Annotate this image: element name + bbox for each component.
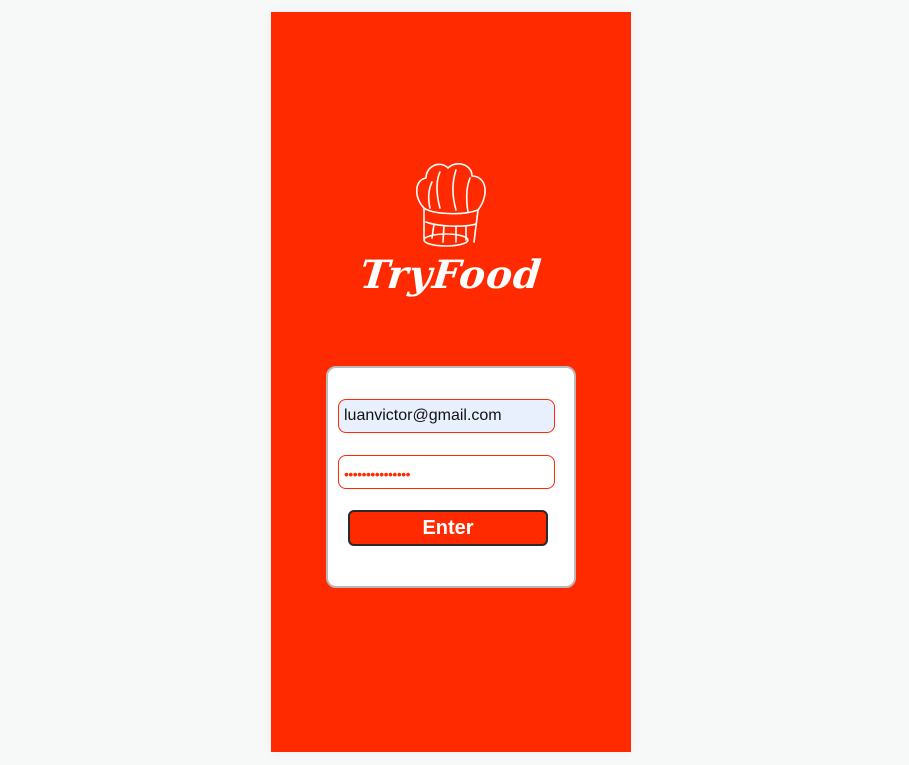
password-field[interactable] <box>338 455 555 489</box>
email-field[interactable] <box>338 399 555 433</box>
brand-logo: TryFood <box>271 12 631 332</box>
login-screen: TryFood ••••••••••••••• Enter <box>271 12 631 752</box>
brand-name: TryFood <box>357 252 545 298</box>
login-card: ••••••••••••••• Enter <box>326 366 576 588</box>
chef-hat-icon <box>415 163 486 247</box>
enter-button[interactable]: Enter <box>348 510 548 546</box>
